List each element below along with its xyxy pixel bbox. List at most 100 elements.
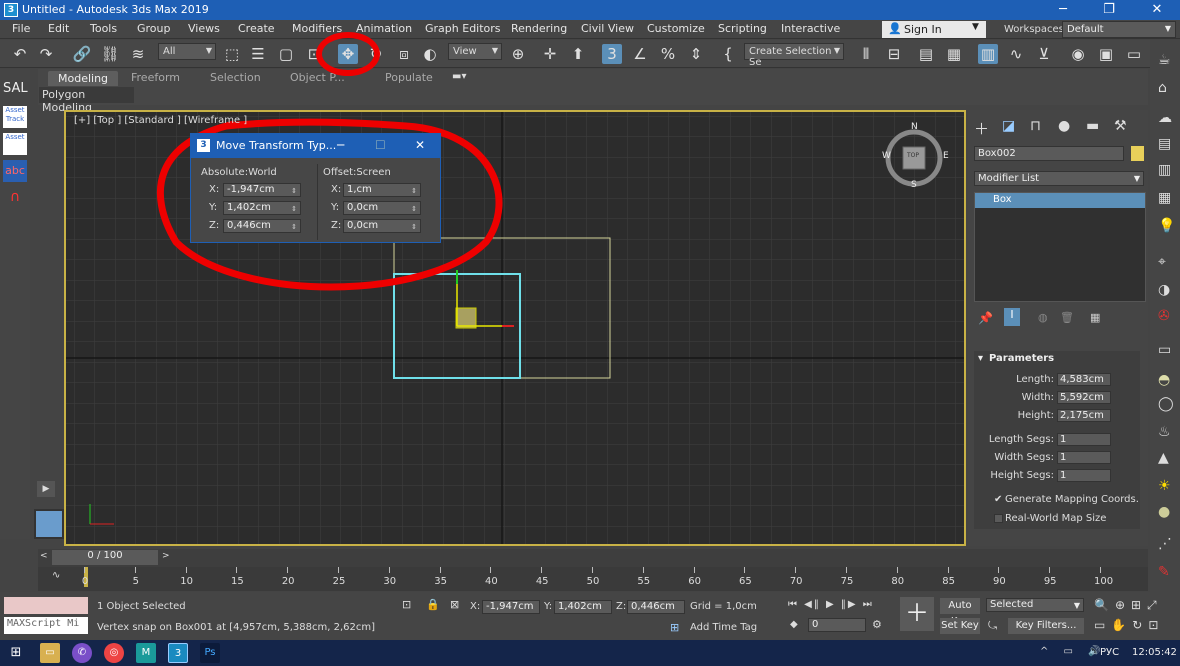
previous-frame-icon[interactable]: < xyxy=(40,551,48,561)
placement-icon[interactable]: ◐ xyxy=(420,44,440,64)
render-setup-icon[interactable]: ▣ xyxy=(1096,44,1116,64)
ball-icon[interactable]: ● xyxy=(1158,504,1170,520)
render-frame-icon[interactable]: ▭ xyxy=(1124,44,1144,64)
display-tab-icon[interactable]: ▬ xyxy=(1086,118,1099,134)
coord-x-field[interactable]: -1,947cm xyxy=(482,600,540,614)
spinner-icon[interactable]: ⇕ xyxy=(291,203,297,215)
motion-tab-icon[interactable]: ● xyxy=(1058,118,1070,134)
menu-views[interactable]: Views xyxy=(188,22,220,35)
ring-icon[interactable]: ◯ xyxy=(1158,396,1174,412)
width-segs-field[interactable]: 1 xyxy=(1057,451,1111,464)
reference-coordinate-dropdown[interactable]: View ▼ xyxy=(448,43,502,60)
pin-stack-icon[interactable]: 📌 xyxy=(978,311,993,325)
key-filters-button[interactable]: Key Filters... xyxy=(1008,618,1084,634)
maya-icon[interactable]: M xyxy=(136,643,156,663)
headset-icon[interactable]: ∩ xyxy=(3,186,27,208)
material-editor-icon[interactable]: ◉ xyxy=(1068,44,1088,64)
tab-modeling[interactable]: Modeling xyxy=(48,71,119,86)
isolate-selection-icon[interactable]: ⊡ xyxy=(402,598,411,611)
off-x-field[interactable]: 1,cm ⇕ xyxy=(343,183,421,197)
chrome-icon[interactable]: ◎ xyxy=(104,643,124,663)
scale-icon[interactable]: ⧈ xyxy=(394,44,414,64)
edit-named-selection-icon[interactable]: { xyxy=(718,44,738,64)
off-y-field[interactable]: 0,0cm ⇕ xyxy=(343,201,421,215)
viewport-layout-icon[interactable] xyxy=(34,509,64,539)
ribbon-options-icon[interactable]: ▬▾ xyxy=(452,71,466,82)
workspace-select[interactable]: Default ▼ xyxy=(1062,21,1176,38)
curve-editor-mini-icon[interactable]: ∿ xyxy=(52,570,60,581)
coord-y-field[interactable]: 1,402cm xyxy=(554,600,612,614)
spinner-icon[interactable]: ⇕ xyxy=(411,185,417,197)
menu-civil-view[interactable]: Civil View xyxy=(581,22,634,35)
menu-customize[interactable]: Customize xyxy=(647,22,705,35)
viewport-navigation-2[interactable]: ▭✋↻⊡ xyxy=(1094,618,1164,632)
percent-snap-icon[interactable]: % xyxy=(658,44,678,64)
viewport-navigation[interactable]: 🔍⊕⊞⤢ xyxy=(1094,598,1163,613)
utilities-tab-icon[interactable]: ⚒ xyxy=(1114,118,1127,134)
next-frame-icon[interactable]: > xyxy=(162,551,170,561)
selection-lock-icon[interactable]: 🔒 xyxy=(426,598,440,611)
rect-selection-icon[interactable]: ▢ xyxy=(276,44,296,64)
3dsmax-icon[interactable]: 3 xyxy=(168,643,188,663)
cone-icon[interactable]: ▲ xyxy=(1158,450,1169,466)
select-manipulate-icon[interactable]: ✛ xyxy=(540,44,560,64)
close-button[interactable]: ✕ xyxy=(1134,0,1180,20)
viewport-label[interactable]: [+] [Top ] [Standard ] [Wireframe ] xyxy=(74,115,247,126)
spinner-snap-icon[interactable]: ⇕ xyxy=(686,44,706,64)
maximize-button[interactable]: ❐ xyxy=(1086,0,1132,20)
set-key-big-icon[interactable]: ＋ xyxy=(900,597,934,631)
camera-icon[interactable]: ⌖ xyxy=(1158,254,1166,270)
key-selection-dropdown[interactable]: Selected ▼ xyxy=(986,598,1084,612)
length-segs-field[interactable]: 1 xyxy=(1057,433,1111,446)
rollout-toggle-icon[interactable]: ▾ xyxy=(978,353,983,364)
dialog-title-bar[interactable]: 3 Move Transform Typ... ─ ☐ ✕ xyxy=(191,134,440,158)
explorer-icon[interactable]: ▭ xyxy=(40,643,60,663)
asset-browser-icon[interactable]: Asset xyxy=(3,133,27,155)
parameters-title[interactable]: Parameters xyxy=(989,353,1054,364)
object-color-swatch[interactable] xyxy=(1131,146,1144,161)
teapot-icon[interactable]: ⌂ xyxy=(1158,80,1167,96)
add-time-tag[interactable]: Add Time Tag xyxy=(690,622,757,633)
current-frame-field[interactable]: 0 xyxy=(808,618,866,632)
system-tray-icons[interactable]: ^ ▭ 🔊 xyxy=(1040,646,1107,657)
text-icon[interactable]: abc xyxy=(3,160,27,182)
dialog-close-button[interactable]: ✕ xyxy=(415,138,425,152)
spinner-icon[interactable]: ⇕ xyxy=(411,203,417,215)
cup-icon[interactable]: ☕ xyxy=(1158,52,1171,68)
real-world-map-checkbox[interactable] xyxy=(994,514,1003,523)
document-icon[interactable]: ▤ xyxy=(1158,136,1171,152)
set-key-button[interactable]: Set Key xyxy=(940,618,980,634)
tab-selection[interactable]: Selection xyxy=(210,71,261,84)
modifier-stack-item[interactable]: Box xyxy=(975,193,1145,208)
curve-editor-icon[interactable]: ∿ xyxy=(1006,44,1026,64)
move-gizmo-plane[interactable] xyxy=(455,307,477,329)
time-slider[interactable]: < 0 / 100 > xyxy=(38,549,1148,567)
auto-key-button[interactable]: Auto Key xyxy=(940,598,980,627)
redo-icon[interactable]: ↷ xyxy=(36,44,56,64)
plane-icon[interactable]: ▭ xyxy=(1158,342,1171,358)
length-field[interactable]: 4,583cm xyxy=(1057,373,1111,386)
menu-scripting[interactable]: Scripting xyxy=(718,22,767,35)
height-segs-field[interactable]: 1 xyxy=(1057,469,1111,482)
remove-modifier-icon[interactable]: 🗑 xyxy=(1060,311,1074,324)
sphere-icon[interactable]: ◑ xyxy=(1158,282,1170,298)
menu-tools[interactable]: Tools xyxy=(90,22,117,35)
modify-tab-icon[interactable]: ◪ xyxy=(1002,118,1015,134)
maxscript-listener[interactable] xyxy=(4,597,88,614)
pivot-center-icon[interactable]: ⊕ xyxy=(508,44,528,64)
snaps-toggle-icon[interactable]: 3 xyxy=(602,44,622,64)
tab-freeform[interactable]: Freeform xyxy=(131,71,180,84)
language-indicator[interactable]: РУС xyxy=(1100,647,1119,658)
absolute-mode-icon[interactable]: ⊠ xyxy=(450,598,459,611)
spinner-icon[interactable]: ⇕ xyxy=(291,185,297,197)
undo-icon[interactable]: ↶ xyxy=(10,44,30,64)
modifier-list-dropdown[interactable]: Modifier List ▼ xyxy=(974,171,1144,186)
key-tangent-icon[interactable]: ⤿ xyxy=(988,619,997,633)
menu-graph-editors[interactable]: Graph Editors xyxy=(425,22,501,35)
abs-x-field[interactable]: -1,947cm ⇕ xyxy=(223,183,301,197)
menu-group[interactable]: Group xyxy=(137,22,171,35)
sign-in-dropdown[interactable]: 👤 Sign In ▼ xyxy=(882,21,986,38)
sun-icon[interactable]: ☀ xyxy=(1158,478,1171,494)
spinner-icon[interactable]: ⇕ xyxy=(411,221,417,233)
off-z-field[interactable]: 0,0cm ⇕ xyxy=(343,219,421,233)
